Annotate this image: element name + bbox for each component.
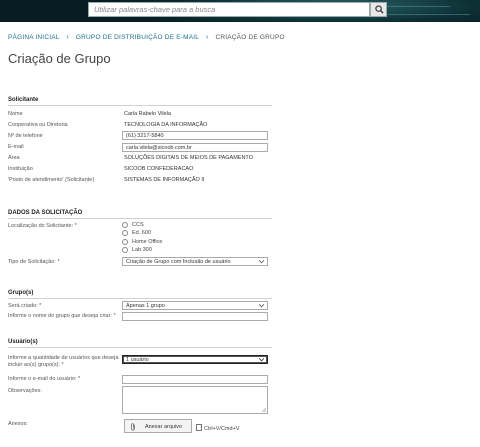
section-title-dados-solicitacao: DADOS DA SOLICITAÇÃO bbox=[8, 210, 83, 216]
cooperativa-value: TECNOLOGIA DA INFORMAÇÃO bbox=[124, 122, 208, 128]
tipo-solicitacao-select[interactable]: Criação de Grupo com Inclusão de usuário bbox=[122, 257, 268, 266]
telefone-field[interactable]: (61) 3217-5840 bbox=[122, 131, 268, 140]
posto-atendimento-label: 'Posto de atendimento' (Solicitante) bbox=[8, 177, 95, 183]
anexos-label: Anexos: bbox=[8, 421, 28, 427]
instituicao-value: SICOOB CONFEDERACAO bbox=[124, 166, 194, 172]
nome-grupo-field[interactable] bbox=[122, 312, 268, 321]
section-title-grupos: Grupo(s) bbox=[8, 290, 34, 296]
sera-criado-select[interactable]: Apenas 1 grupo bbox=[122, 301, 268, 310]
posto-atendimento-value: SISTEMAS DE INFORMAÇÃO II bbox=[124, 177, 205, 183]
localizacao-label: Localização do Solicitante: * bbox=[8, 223, 77, 229]
clipboard-icon bbox=[196, 424, 202, 431]
paste-hint-text: Ctrl+V/Cmd+V bbox=[204, 426, 240, 432]
quantidade-usuarios-label: Informe a quantidade de usuários que des… bbox=[8, 355, 119, 368]
radio-label: Home Office bbox=[132, 239, 163, 245]
chevron-down-icon bbox=[259, 304, 264, 308]
email-field[interactable]: carla.vilela@sicoob.com.br bbox=[122, 143, 268, 152]
chevron-down-icon bbox=[259, 358, 264, 362]
paste-hint: Ctrl+V/Cmd+V bbox=[196, 424, 239, 432]
radio-label: Ed. 600 bbox=[132, 230, 151, 236]
email-usuario-label: Informe o e-mail do usuário: * bbox=[8, 376, 81, 382]
nome-grupo-label: Informe o nome do grupo que deseja criar… bbox=[8, 313, 116, 319]
email-label: E-mail bbox=[8, 144, 24, 150]
instituicao-label: Instituição bbox=[8, 166, 33, 172]
area-value: SOLUÇÕES DIGITAIS DE MEIOS DE PAGAMENTO bbox=[124, 155, 253, 161]
select-value: 1 usuário bbox=[126, 357, 149, 363]
radio-button[interactable] bbox=[122, 230, 128, 236]
section-title-usuarios: Usuário(s) bbox=[8, 339, 38, 345]
nome-value: Carla Rabelo Vilela bbox=[124, 111, 171, 117]
section-divider bbox=[8, 218, 272, 219]
breadcrumb-current: CRIAÇÃO DE GRUPO bbox=[215, 34, 285, 41]
tipo-solicitacao-label: Tipo de Solicitação: * bbox=[8, 259, 60, 265]
header-decoration bbox=[380, 14, 470, 15]
breadcrumb: PÁGINA INICIAL › GRUPO DE DISTRIBUIÇÃO D… bbox=[8, 34, 285, 41]
radio-button[interactable] bbox=[122, 239, 128, 245]
area-label: Área bbox=[8, 155, 20, 161]
select-value: Apenas 1 grupo bbox=[126, 303, 165, 309]
chevron-down-icon bbox=[259, 260, 264, 264]
quantidade-usuarios-select[interactable]: 1 usuário bbox=[122, 355, 268, 364]
top-header-bar: Utilizar palavras-chave para a busca bbox=[0, 0, 480, 22]
section-divider bbox=[8, 298, 272, 299]
resize-grip-icon[interactable] bbox=[261, 407, 266, 412]
breadcrumb-home-link[interactable]: PÁGINA INICIAL bbox=[8, 34, 59, 41]
sera-criado-label: Será criado: * bbox=[8, 303, 42, 309]
nome-label: Nome bbox=[8, 111, 23, 117]
select-value: Criação de Grupo com Inclusão de usuário bbox=[126, 259, 231, 265]
chevron-right-icon: › bbox=[66, 34, 69, 41]
page-title: Criação de Grupo bbox=[8, 51, 111, 66]
radio-label: Lab 300 bbox=[132, 247, 152, 253]
breadcrumb-group-distribution-link[interactable]: GRUPO DE DISTRIBUIÇÃO DE E-MAIL bbox=[76, 34, 199, 41]
radio-label: CCS bbox=[132, 222, 144, 228]
section-divider bbox=[8, 105, 272, 106]
section-divider bbox=[8, 347, 272, 348]
observacoes-label: Observações: bbox=[8, 388, 42, 394]
cooperativa-label: Cooperativa ou Diretoria bbox=[8, 122, 68, 128]
chevron-right-icon: › bbox=[205, 34, 209, 41]
paperclip-icon bbox=[131, 423, 135, 431]
attach-file-label: Anexar arquivo bbox=[145, 424, 182, 430]
attach-file-button[interactable]: Anexar arquivo bbox=[124, 419, 192, 433]
radio-button[interactable] bbox=[122, 247, 128, 253]
radio-button[interactable] bbox=[122, 222, 128, 228]
search-input[interactable]: Utilizar palavras-chave para a busca bbox=[88, 2, 370, 17]
section-title-solicitante: Solicitante bbox=[8, 97, 39, 103]
observacoes-textarea[interactable] bbox=[122, 386, 268, 414]
search-icon bbox=[375, 5, 384, 14]
email-usuario-field[interactable] bbox=[122, 375, 268, 384]
telefone-label: Nº de telefone bbox=[8, 133, 43, 139]
search-button[interactable] bbox=[370, 2, 387, 17]
